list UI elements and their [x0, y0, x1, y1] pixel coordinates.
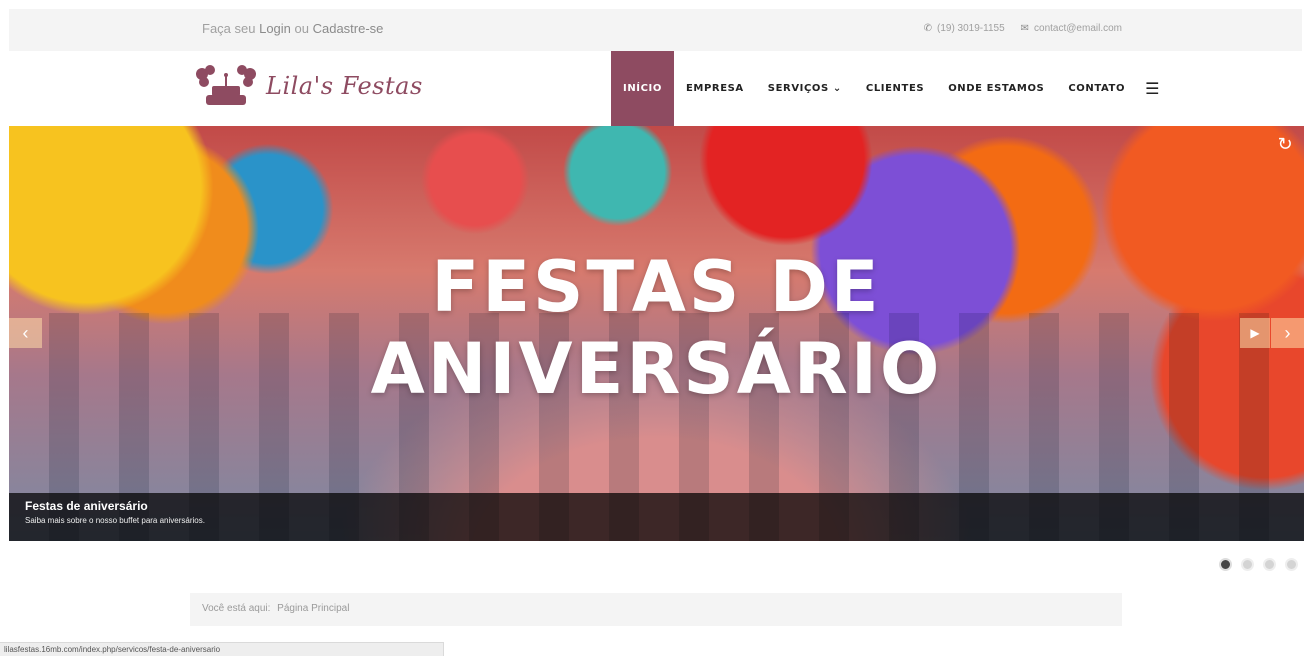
nav-clientes[interactable]: CLIENTES	[854, 51, 936, 126]
slide-title: FESTAS DE ANIVERSÁRIO	[9, 246, 1304, 410]
slide-dot-4[interactable]	[1285, 558, 1298, 571]
breadcrumb: Você está aqui: Página Principal	[190, 593, 1122, 626]
cake-logo-icon	[196, 65, 256, 105]
nav-empresa[interactable]: EMPRESA	[674, 51, 756, 126]
slide-title-line2: ANIVERSÁRIO	[370, 328, 943, 410]
browser-status-bar: lilasfestas.16mb.com/index.php/servicos/…	[0, 642, 444, 656]
slide-dot-3[interactable]	[1263, 558, 1276, 571]
main-nav: INÍCIO EMPRESA SERVIÇOS ⌄ CLIENTES ONDE …	[611, 51, 1159, 126]
login-prefix: Faça seu	[202, 21, 260, 36]
phone-item: ✆ (19) 3019-1155	[924, 23, 1005, 34]
email-item[interactable]: ✉ contact@email.com	[1021, 23, 1122, 34]
caption-title: Festas de aniversário	[25, 499, 148, 513]
caption-subtitle: Saiba mais sobre o nosso buffet para ani…	[25, 516, 205, 525]
login-mid: ou	[290, 21, 313, 36]
phone-icon: ✆	[923, 23, 932, 34]
slide-dot-2[interactable]	[1241, 558, 1254, 571]
slide-title-line1: FESTAS DE	[431, 246, 882, 328]
hamburger-icon[interactable]: ☰	[1137, 51, 1159, 126]
chevron-right-icon[interactable]: ›	[1271, 318, 1304, 348]
nav-inicio[interactable]: INÍCIO	[611, 51, 674, 126]
site-logo[interactable]: Lila's Festas	[194, 64, 423, 108]
breadcrumb-prefix: Você está aqui:	[202, 603, 271, 614]
chevron-left-icon[interactable]: ‹	[9, 318, 42, 348]
slider-pagination	[1219, 558, 1298, 571]
reload-icon: ↻	[1277, 134, 1293, 154]
login-prompt: Faça seu Login ou Cadastre-se	[202, 21, 383, 36]
slide-dot-1[interactable]	[1219, 558, 1232, 571]
envelope-icon: ✉	[1020, 23, 1030, 34]
contact-info: ✆ (19) 3019-1155 ✉ contact@email.com	[924, 23, 1122, 34]
play-icon[interactable]: ▶	[1240, 318, 1270, 348]
site-header: Lila's Festas INÍCIO EMPRESA SERVIÇOS ⌄ …	[9, 51, 1302, 126]
breadcrumb-current: Página Principal	[277, 603, 350, 614]
login-link[interactable]: Login	[259, 21, 291, 36]
nav-onde-estamos[interactable]: ONDE ESTAMOS	[936, 51, 1056, 126]
email-address[interactable]: contact@email.com	[1034, 23, 1122, 34]
top-bar: Faça seu Login ou Cadastre-se ✆ (19) 301…	[9, 9, 1302, 51]
phone-number: (19) 3019-1155	[936, 23, 1005, 34]
hero-slider: FESTAS DE ANIVERSÁRIO ↻ ‹ ▶ › Festas de …	[9, 126, 1304, 541]
nav-servicos[interactable]: SERVIÇOS ⌄	[756, 51, 854, 126]
register-link[interactable]: Cadastre-se	[313, 21, 384, 36]
slide-caption[interactable]: Festas de aniversário Saiba mais sobre o…	[9, 493, 1304, 541]
nav-contato[interactable]: CONTATO	[1056, 51, 1137, 126]
logo-text: Lila's Festas	[266, 72, 423, 100]
